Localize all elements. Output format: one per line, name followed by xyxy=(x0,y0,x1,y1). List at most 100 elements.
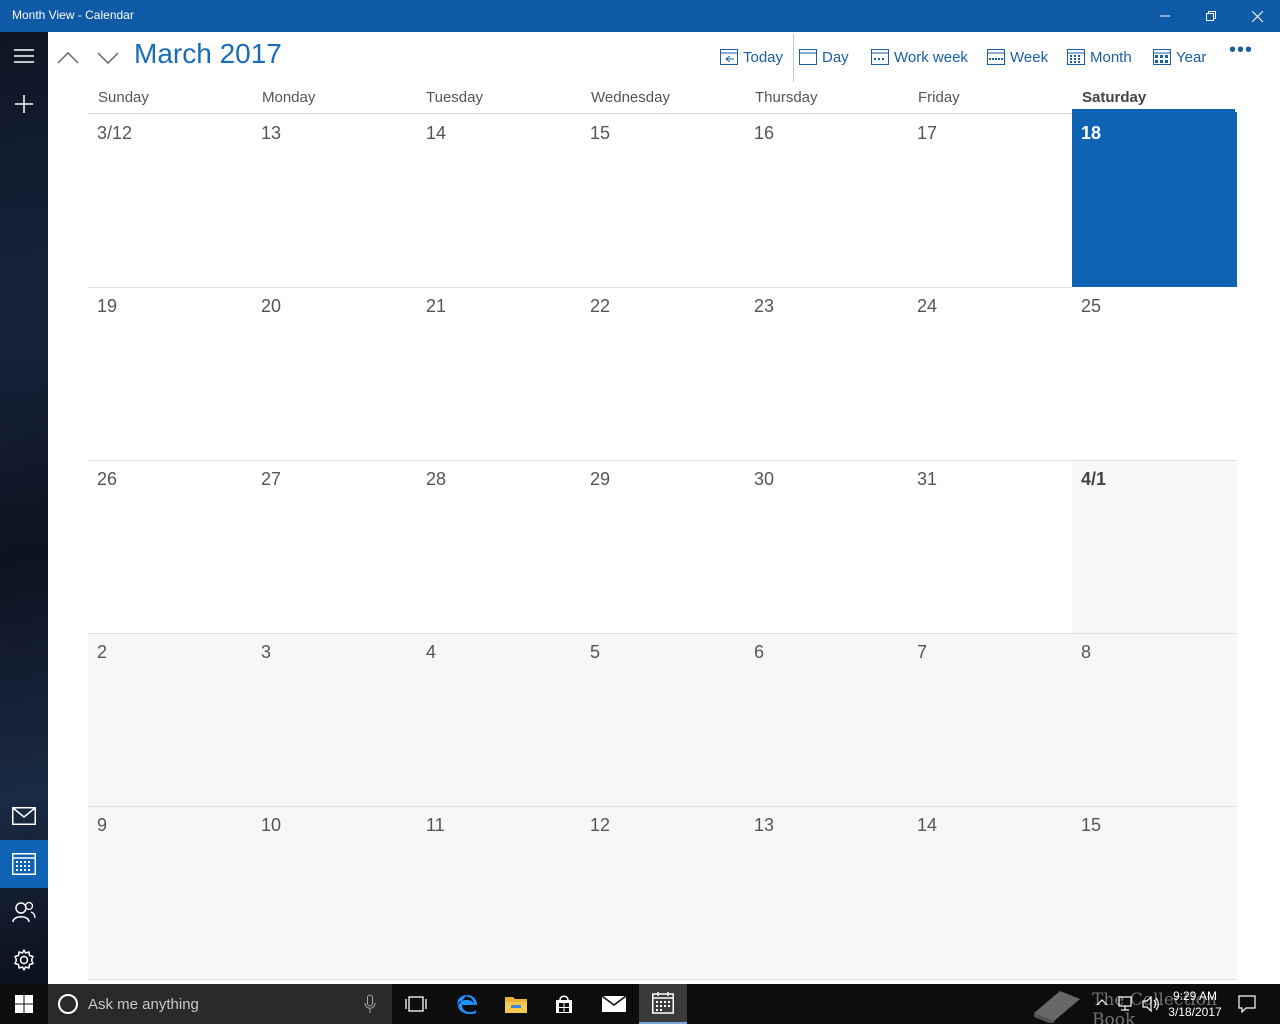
volume-icon[interactable] xyxy=(1142,996,1160,1012)
day-cell[interactable]: 24 xyxy=(908,288,1072,461)
tray-chevron-up-icon[interactable] xyxy=(1096,998,1108,1006)
month-view-button[interactable]: Month xyxy=(1067,44,1132,70)
day-cell[interactable]: 14 xyxy=(908,807,1072,980)
clock-time: 9:29 AM xyxy=(1172,989,1218,1003)
day-cell[interactable]: 13 xyxy=(252,115,417,288)
day-cell[interactable]: 2 xyxy=(88,634,252,807)
day-number: 29 xyxy=(590,469,611,489)
day-cell[interactable]: 7 xyxy=(908,634,1072,807)
microphone-icon[interactable] xyxy=(364,994,376,1014)
system-clock[interactable]: 9:29 AM 3/18/2017 xyxy=(1160,988,1230,1020)
close-icon xyxy=(1251,10,1263,22)
day-cell[interactable]: 31 xyxy=(908,461,1072,634)
weekday-friday: Friday xyxy=(918,89,960,106)
day-cell[interactable]: 13 xyxy=(745,807,908,980)
day-cell[interactable]: 15 xyxy=(581,115,745,288)
day-cell[interactable]: 19 xyxy=(88,288,252,461)
day-cell[interactable]: 3 xyxy=(252,634,417,807)
start-button[interactable] xyxy=(0,984,48,1024)
weekday-thursday: Thursday xyxy=(755,89,818,106)
day-number: 16 xyxy=(754,123,775,143)
day-cell[interactable]: 29 xyxy=(581,461,745,634)
day-cell[interactable]: 26 xyxy=(88,461,252,634)
day-cell[interactable]: 4/1 xyxy=(1072,461,1237,634)
day-cell[interactable]: 25 xyxy=(1072,288,1237,461)
title-bar: Month View - Calendar xyxy=(0,0,1280,32)
day-number: 17 xyxy=(917,123,938,143)
day-cell[interactable]: 23 xyxy=(745,288,908,461)
store-button[interactable] xyxy=(540,984,588,1024)
day-number: 20 xyxy=(261,296,282,316)
mail-app-icon xyxy=(602,996,626,1012)
day-cell[interactable]: 11 xyxy=(417,807,581,980)
cortana-icon xyxy=(58,994,78,1014)
day-number: 4 xyxy=(426,642,437,662)
today-icon xyxy=(720,49,738,65)
calendar-app-button[interactable] xyxy=(639,984,687,1024)
file-explorer-button[interactable] xyxy=(492,984,540,1024)
day-cell[interactable]: 16 xyxy=(745,115,908,288)
day-cell[interactable]: 14 xyxy=(417,115,581,288)
day-cell-today[interactable]: 18 xyxy=(1072,112,1237,287)
week-view-button[interactable]: Week xyxy=(987,44,1048,70)
edge-browser-button[interactable] xyxy=(443,984,491,1024)
minimize-button[interactable] xyxy=(1142,0,1188,32)
month-title[interactable]: March 2017 xyxy=(134,38,282,70)
close-button[interactable] xyxy=(1234,0,1280,32)
day-cell[interactable]: 3/12 xyxy=(88,115,252,288)
day-number: 28 xyxy=(426,469,447,489)
cortana-search-box[interactable] xyxy=(48,984,392,1024)
day-number: 31 xyxy=(917,469,938,489)
search-input[interactable] xyxy=(88,994,348,1014)
weekday-sunday: Sunday xyxy=(98,89,149,106)
today-button[interactable]: Today xyxy=(720,44,783,70)
day-number: 13 xyxy=(261,123,282,143)
weekday-header-row: Sunday Monday Tuesday Wednesday Thursday… xyxy=(88,84,1237,114)
restore-button[interactable] xyxy=(1188,0,1234,32)
new-event-button[interactable] xyxy=(0,80,48,128)
more-options-button[interactable]: ••• xyxy=(1226,40,1256,64)
day-cell[interactable]: 5 xyxy=(581,634,745,807)
calendar-button[interactable] xyxy=(0,840,48,888)
day-cell[interactable]: 6 xyxy=(745,634,908,807)
day-cell[interactable]: 12 xyxy=(581,807,745,980)
left-rail xyxy=(0,32,48,984)
work-week-view-button[interactable]: Work week xyxy=(871,44,968,70)
day-cell[interactable]: 30 xyxy=(745,461,908,634)
window-title: Month View - Calendar xyxy=(12,8,134,22)
day-cell[interactable]: 17 xyxy=(908,115,1072,288)
day-view-label: Day xyxy=(822,48,849,66)
previous-month-button[interactable] xyxy=(54,44,82,72)
day-cell[interactable]: 4 xyxy=(417,634,581,807)
day-cell[interactable]: 21 xyxy=(417,288,581,461)
day-cell[interactable]: 8 xyxy=(1072,634,1237,807)
clock-date: 3/18/2017 xyxy=(1168,1005,1222,1019)
people-button[interactable] xyxy=(0,888,48,936)
day-number: 11 xyxy=(426,815,445,835)
day-cell[interactable]: 10 xyxy=(252,807,417,980)
day-cell[interactable]: 15 xyxy=(1072,807,1237,980)
day-number: 23 xyxy=(754,296,775,316)
day-cell[interactable]: 9 xyxy=(88,807,252,980)
task-view-button[interactable] xyxy=(392,984,440,1024)
day-cell[interactable]: 28 xyxy=(417,461,581,634)
mail-app-button[interactable] xyxy=(590,984,638,1024)
day-view-button[interactable]: Day xyxy=(799,44,849,70)
day-view-icon xyxy=(799,49,817,65)
hamburger-menu-button[interactable] xyxy=(0,32,48,80)
action-center-icon[interactable] xyxy=(1238,995,1256,1013)
restore-icon xyxy=(1206,11,1216,21)
edge-icon xyxy=(457,995,477,1014)
day-number: 15 xyxy=(1081,815,1102,835)
year-view-button[interactable]: Year xyxy=(1153,44,1206,70)
day-cell[interactable]: 22 xyxy=(581,288,745,461)
next-month-button[interactable] xyxy=(94,44,122,72)
windows-logo-icon xyxy=(15,995,33,1013)
today-label: Today xyxy=(743,48,784,66)
day-cell[interactable]: 27 xyxy=(252,461,417,634)
mail-button[interactable] xyxy=(0,792,48,840)
toolbar-separator xyxy=(793,34,794,82)
network-icon[interactable] xyxy=(1118,996,1136,1012)
day-cell[interactable]: 20 xyxy=(252,288,417,461)
settings-button[interactable] xyxy=(0,936,48,984)
